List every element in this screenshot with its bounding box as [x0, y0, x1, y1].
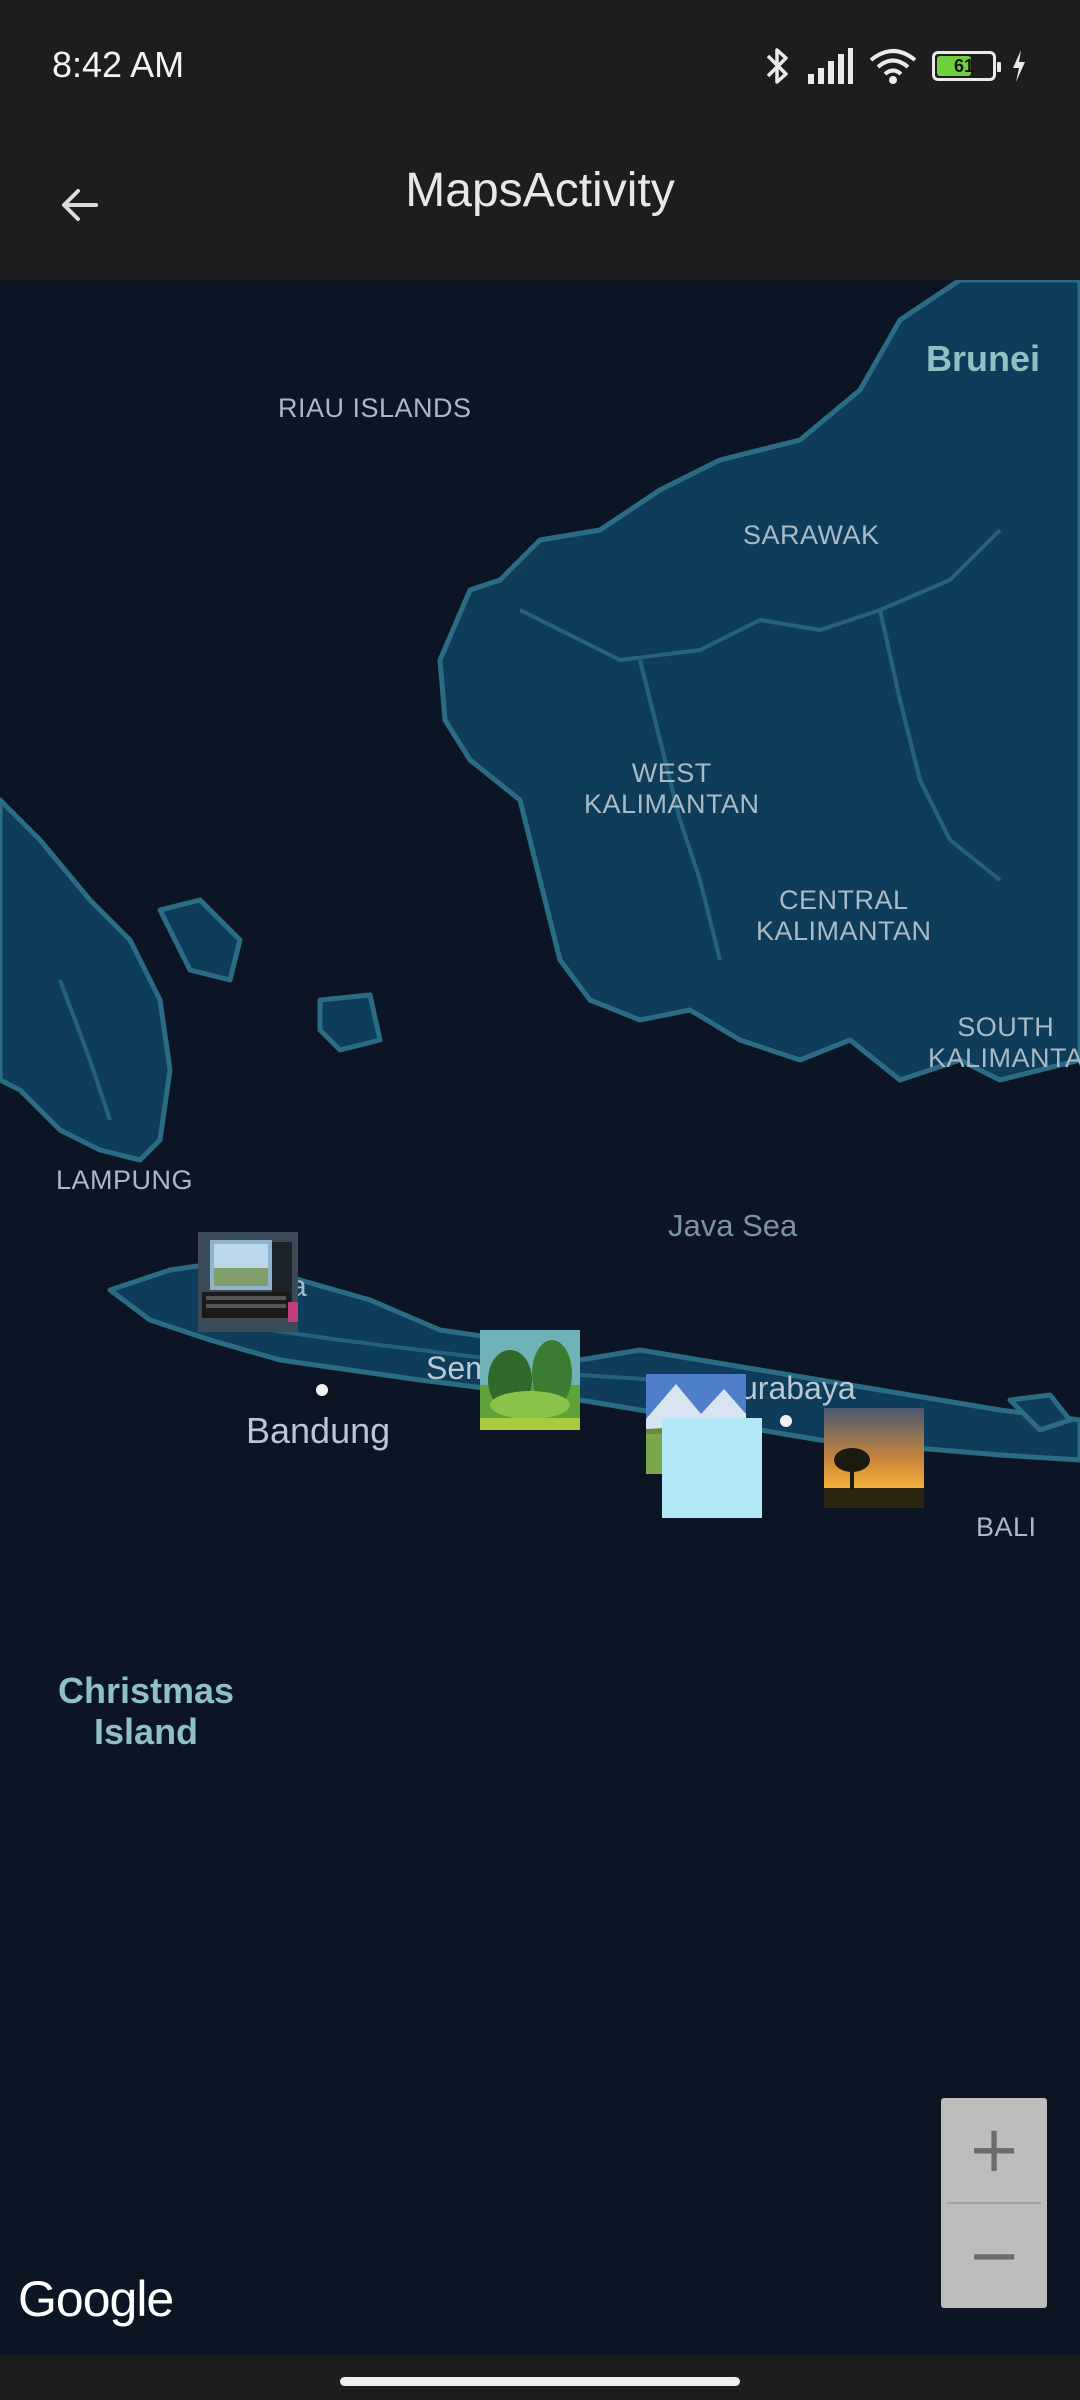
sumatra-landmass: [0, 797, 173, 1163]
status-icons: 61: [762, 40, 1028, 92]
battery-label: 61: [953, 55, 975, 76]
battery-icon: 61: [932, 51, 1001, 81]
light-blue-square-thumbnail: [662, 1418, 762, 1518]
map-land-layer: [0, 280, 1080, 1463]
label-java-sea: Java Sea: [668, 1208, 798, 1243]
label-south-kalimantan-text: SOUTH KALIMANTA: [928, 1012, 1080, 1074]
label-christmas-island-text: Christmas Island: [58, 1670, 235, 1753]
label-bandung: Bandung: [246, 1410, 391, 1451]
label-sarawak: SARAWAK: [743, 520, 880, 550]
bandung-dot: [316, 1384, 328, 1396]
surabaya-dot: [780, 1415, 792, 1427]
computer-photo-marker[interactable]: [198, 1232, 298, 1332]
zoom-in-button[interactable]: +: [941, 2098, 1047, 2202]
label-lampung: LAMPUNG: [56, 1165, 194, 1195]
label-bali: BALI: [976, 1512, 1037, 1542]
label-riau-islands: RIAU ISLANDS: [278, 393, 472, 423]
forest-photo-marker[interactable]: [480, 1330, 580, 1430]
map-view[interactable]: Brunei RIAU ISLANDS SARAWAK WEST KALIMAN…: [0, 280, 1080, 2355]
signal-icon: [808, 48, 853, 84]
label-west-kalimantan: WEST KALIMANTAN: [584, 758, 760, 820]
sunset-tree-thumbnail: [824, 1408, 924, 1508]
status-bar: 8:42 AM 61: [0, 0, 1080, 135]
label-south-kalimantan: SOUTH KALIMANTA: [928, 1012, 1080, 1074]
navigation-bar: [0, 2355, 1080, 2400]
status-time: 8:42 AM: [52, 44, 185, 85]
green-forest-thumbnail: [480, 1330, 580, 1430]
blank-photo-marker[interactable]: [662, 1418, 762, 1518]
bangka-island: [157, 897, 243, 983]
app-bar: MapsActivity: [0, 135, 1080, 280]
zoom-controls: + −: [941, 2098, 1047, 2308]
charging-icon: [1013, 50, 1025, 82]
label-west-kalimantan-text: WEST KALIMANTAN: [584, 758, 760, 820]
typewriter-computer-thumbnail: [198, 1232, 298, 1332]
bluetooth-icon: [766, 48, 788, 84]
label-christmas-island: Christmas Island: [58, 1670, 234, 1753]
page-title: MapsActivity: [405, 164, 675, 217]
label-central-kalimantan-text: CENTRAL KALIMANTAN: [756, 885, 932, 947]
label-central-kalimantan: CENTRAL KALIMANTAN: [756, 885, 932, 947]
home-indicator[interactable]: [340, 2377, 740, 2386]
sunset-photo-marker[interactable]: [824, 1408, 924, 1508]
belitung-island: [317, 992, 383, 1053]
label-surabaya: urabaya: [740, 1370, 856, 1406]
borneo-landmass: [437, 280, 1080, 1083]
label-brunei: Brunei: [926, 338, 1041, 379]
zoom-out-button[interactable]: −: [941, 2204, 1047, 2308]
google-logo: Google: [18, 2271, 174, 2327]
wifi-icon: [869, 49, 917, 84]
